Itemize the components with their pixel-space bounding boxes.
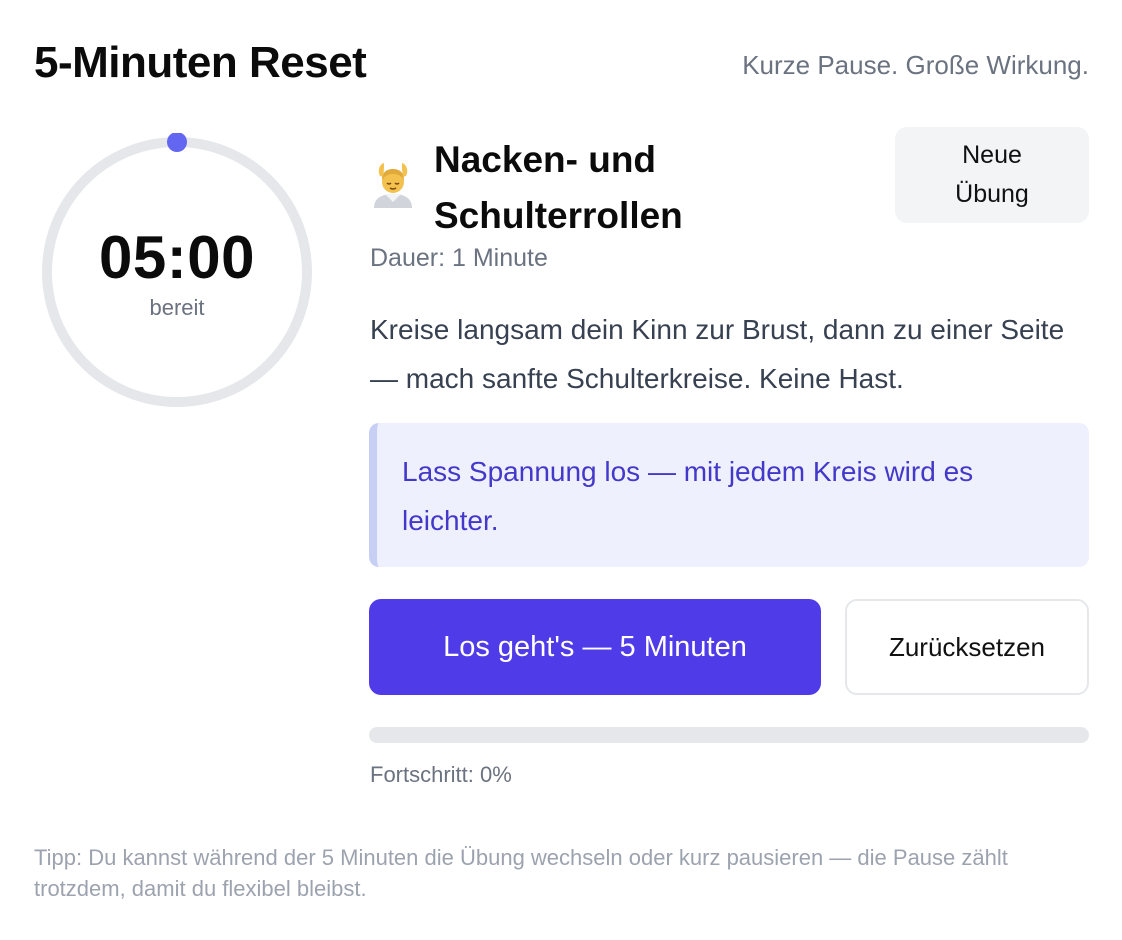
start-button[interactable]: Los geht's — 5 Minuten: [369, 599, 821, 695]
progress-bar: [369, 727, 1089, 743]
timer-status: bereit: [149, 295, 205, 320]
exercise-title: Nacken- und Schulterrollen: [434, 139, 683, 236]
tip-text: Tipp: Du kannst während der 5 Minuten di…: [34, 845, 1008, 901]
reset-button[interactable]: Zurücksetzen: [845, 599, 1089, 695]
reset-page: 5-Minuten Reset Kurze Pause. Große Wirku…: [0, 0, 1122, 940]
exercise-duration: Dauer: 1 Minute: [370, 244, 548, 272]
timer-value: 05:00: [99, 224, 255, 291]
person-getting-massage-icon: [374, 163, 412, 208]
page-title: 5-Minuten Reset: [34, 38, 367, 87]
header: 5-Minuten Reset Kurze Pause. Große Wirku…: [34, 38, 1089, 94]
timer-ring: 05:00 bereit: [38, 133, 316, 411]
progress-label: Fortschritt: 0%: [370, 762, 512, 787]
hint-callout: Lass Spannung los — mit jedem Kreis wird…: [369, 423, 1089, 567]
exercise-description: Kreise langsam dein Kinn zur Brust, dann…: [370, 314, 1065, 394]
hint-text: Lass Spannung los — mit jedem Kreis wird…: [402, 456, 974, 536]
new-exercise-button[interactable]: Neue Übung: [895, 127, 1089, 223]
timer-progress-knob: [167, 133, 187, 152]
tagline: Kurze Pause. Große Wirkung.: [742, 50, 1089, 80]
